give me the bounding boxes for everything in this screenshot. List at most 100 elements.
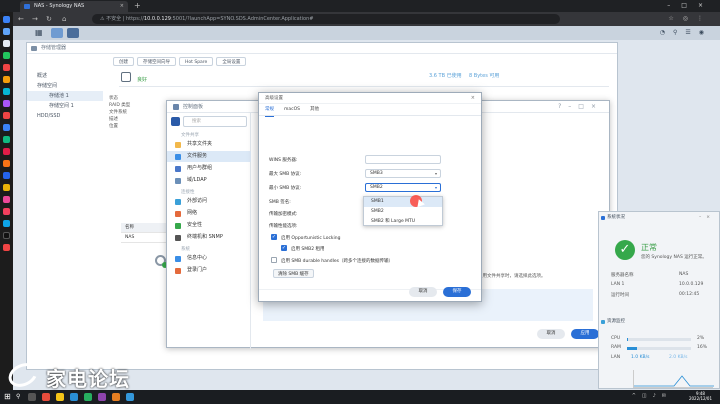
forward-icon[interactable]: → (32, 14, 38, 24)
home-icon[interactable] (171, 117, 180, 126)
dock-app-icon[interactable] (3, 124, 10, 131)
min-protocol-select[interactable]: SMB2 ▾ (365, 183, 441, 192)
home-icon[interactable]: ⌂ (62, 14, 66, 24)
clear-smb-cache-button[interactable]: 清除 SMB 缓存 (273, 269, 314, 278)
dialog-save-button[interactable]: 保存 (443, 287, 471, 297)
app-icon[interactable] (126, 393, 134, 401)
widget-controls[interactable]: –× (699, 212, 715, 224)
tab-general[interactable]: 常规 (265, 104, 274, 117)
dialog-cancel-button[interactable]: 取消 (409, 287, 437, 297)
dock-app-icon[interactable] (3, 148, 10, 155)
insecure-label: 不安全 (106, 16, 122, 22)
nav-item-volume[interactable]: 存储空间 1 (27, 101, 103, 111)
tab-macos[interactable]: macOS (284, 104, 300, 116)
search-icon[interactable]: ⚲ (16, 393, 20, 401)
sidebar-item-file-services[interactable]: 文件服务 (167, 151, 251, 162)
main-menu-icon[interactable]: ▦ (35, 29, 43, 37)
dock-app-icon[interactable] (3, 28, 10, 35)
dock-app-icon[interactable] (3, 112, 10, 119)
system-tray-icons[interactable]: ^◫♪✉ (632, 393, 672, 399)
dock-app-icon[interactable] (3, 184, 10, 191)
dropdown-option-smb2[interactable]: SMB2 (364, 207, 442, 217)
sidebar-item-ldap[interactable]: 域/LDAP (167, 175, 251, 186)
app-icon[interactable] (84, 393, 92, 401)
dialog-close-icon[interactable]: × (471, 93, 475, 104)
volume-summary[interactable]: 良好 3.6 TB 已使用 8 Bytes 可用 (119, 71, 609, 87)
edge-icon[interactable] (70, 393, 78, 401)
folder-icon[interactable] (56, 393, 64, 401)
storage-manager-nav: 概述 存储空间 存储池 1 存储空间 1 HDD/SSD (27, 55, 103, 371)
dock-app-icon[interactable] (3, 208, 10, 215)
browser-tab[interactable]: NAS - Synology NAS × (20, 1, 128, 12)
dock-app-icon[interactable] (3, 40, 10, 47)
hot-spare-button[interactable]: Hot Spare (179, 57, 214, 66)
oplock-checkbox[interactable]: ✓ (271, 234, 277, 240)
monitor-icon (601, 320, 605, 324)
sidebar-item-users[interactable]: 用户与群组 (167, 163, 251, 174)
dock-app-icon[interactable] (3, 88, 10, 95)
dock-app-icon[interactable] (3, 196, 10, 203)
start-menu-icon[interactable]: ⊞ (4, 393, 11, 401)
dock-app-icon[interactable] (3, 172, 10, 179)
sidebar-item-info-center[interactable]: 信息中心 (167, 253, 251, 264)
tab-close-icon[interactable]: × (120, 1, 124, 12)
wizard-button[interactable]: 存储空间向导 (137, 57, 176, 66)
dropdown-option-smb1[interactable]: SMB1 (364, 197, 442, 207)
reload-icon[interactable]: ↻ (46, 14, 52, 24)
taskview-icon[interactable] (28, 393, 36, 401)
nav-item-pool[interactable]: 存储池 1 (27, 91, 103, 101)
apply-button[interactable]: 应用 (571, 329, 599, 339)
toolbar-extension-icons[interactable]: ☆◎⋮ (668, 15, 712, 22)
dropdown-option-smb2-large-mtu[interactable]: SMB2 和 Large MTU (364, 217, 442, 227)
window-controls[interactable]: ?–□× (558, 101, 603, 113)
dock-app-icon[interactable] (3, 232, 10, 239)
max-protocol-select[interactable]: SMB3 ▾ (365, 169, 441, 178)
nav-item-storage[interactable]: 存储空间 (27, 81, 103, 91)
ram-label: RAM (611, 345, 621, 350)
sidebar-item-login-portal[interactable]: 登录门户 (167, 265, 251, 276)
sidebar-item-security[interactable]: 安全性 (167, 220, 251, 231)
nav-item-overview[interactable]: 概述 (27, 71, 103, 81)
taskbar-storage-manager[interactable] (51, 28, 63, 38)
dock-app-icon[interactable] (3, 16, 10, 23)
smb2-lease-checkbox[interactable]: ✓ (281, 245, 287, 251)
back-icon[interactable]: ← (18, 14, 24, 24)
dsm-top-right-icons[interactable]: ◔⚲☰◉ (660, 29, 712, 36)
search-input[interactable]: 搜索 (183, 116, 247, 127)
sidebar-item-shared-folder[interactable]: 共享文件夹 (167, 139, 251, 150)
durable-handles-checkbox[interactable] (271, 257, 277, 263)
cpu-label: CPU (611, 336, 621, 341)
wins-input[interactable] (365, 155, 441, 164)
taskbar-control-panel[interactable] (67, 28, 79, 38)
dock-app-icon[interactable] (3, 76, 10, 83)
dock-app-icon[interactable] (3, 100, 10, 107)
global-settings-button[interactable]: 全局设置 (216, 57, 247, 66)
dock-app-icon[interactable] (3, 52, 10, 59)
sidebar-item-terminal[interactable]: 终端机和 SNMP (167, 232, 251, 243)
control-panel-sidebar: 搜索 文件共享 共享文件夹 文件服务 用户与群组 域/LDAP 连接性 外部访问… (167, 113, 251, 349)
cpu-value: 2% (697, 336, 705, 341)
sidebar-item-external-access[interactable]: 外部访问 (167, 196, 251, 207)
cancel-button[interactable]: 取消 (537, 329, 565, 339)
address-bar[interactable]: ⚠ 不安全 | https://10.0.0.129:5001/?launchA… (92, 14, 560, 24)
dock-app-icon[interactable] (3, 64, 10, 71)
create-button[interactable]: 创建 (113, 57, 134, 66)
chevron-down-icon: ▾ (434, 171, 437, 176)
network-graph-svg (634, 375, 714, 387)
max-protocol-label: 最大 SMB 协议: (269, 172, 302, 177)
dock-app-icon[interactable] (3, 136, 10, 143)
app-icon[interactable] (98, 393, 106, 401)
app-icon[interactable] (112, 393, 120, 401)
dock-app-icon[interactable] (3, 244, 10, 251)
tab-others[interactable]: 其他 (310, 104, 319, 116)
new-tab-button[interactable]: + (134, 1, 141, 11)
watermark-swirl-icon (4, 358, 42, 392)
window-controls[interactable]: –□× (667, 2, 714, 9)
nav-item-hdd[interactable]: HDD/SSD (27, 111, 103, 121)
chrome-icon[interactable] (42, 393, 50, 401)
dock-app-icon[interactable] (3, 220, 10, 227)
sidebar-item-network[interactable]: 网络 (167, 208, 251, 219)
dock-app-icon[interactable] (3, 160, 10, 167)
taskbar-clock[interactable]: 9:48 2022/12/01 (689, 391, 712, 401)
health-subtitle: 您的 Synology NAS 运行正常。 (641, 255, 707, 260)
